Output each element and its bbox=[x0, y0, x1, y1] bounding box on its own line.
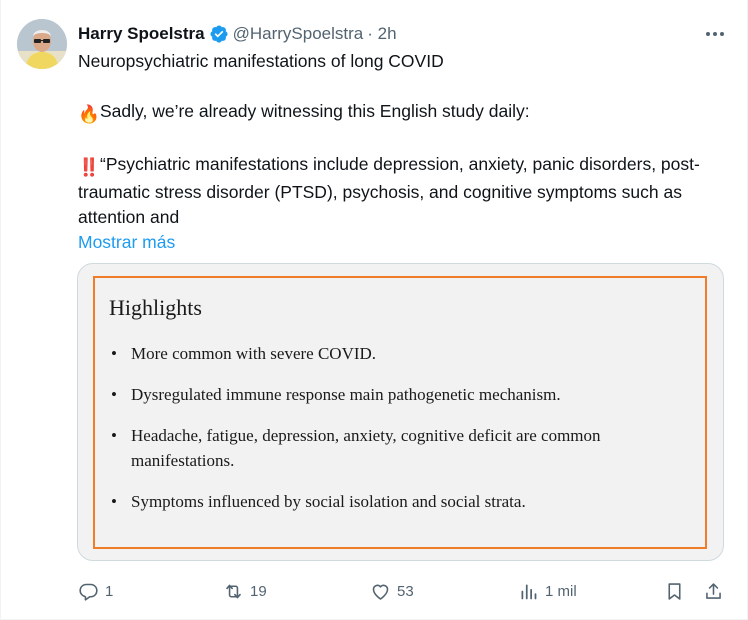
highlight-item: • Headache, fatigue, depression, anxiety,… bbox=[111, 426, 601, 470]
verified-badge-icon bbox=[209, 24, 229, 44]
repost-icon bbox=[226, 584, 241, 598]
tweet[interactable]: Harry Spoelstra @HarrySpoelstra · 2h Neu… bbox=[0, 0, 748, 620]
repost-count: 19 bbox=[250, 582, 267, 600]
avatar[interactable] bbox=[17, 19, 67, 69]
share-button[interactable] bbox=[703, 578, 724, 604]
double-exclamation-icon: ‼️ bbox=[78, 157, 100, 177]
highlight-item: • Symptoms influenced by social isolation… bbox=[111, 492, 526, 511]
like-count: 53 bbox=[397, 582, 414, 600]
reply-button[interactable]: 1 bbox=[78, 578, 113, 604]
author-name[interactable]: Harry Spoelstra bbox=[78, 24, 205, 44]
views-icon bbox=[521, 584, 537, 599]
tweet-text-line: ‼️“Psychiatric manifestations include de… bbox=[78, 154, 700, 227]
highlight-item: • More common with severe COVID. bbox=[111, 344, 377, 363]
highlights-list: • More common with severe COVID. • Dysregu… bbox=[109, 341, 669, 530]
highlights-box: Highlights • More common with severe COVI… bbox=[93, 276, 707, 549]
action-bar: 1 19 53 1 mil bbox=[78, 578, 728, 604]
show-more-link[interactable]: Mostrar más bbox=[78, 232, 175, 252]
fire-icon: 🔥 bbox=[78, 104, 100, 124]
heart-icon bbox=[372, 584, 389, 600]
avatar-photo bbox=[17, 19, 67, 69]
views-button[interactable]: 1 mil bbox=[518, 578, 577, 604]
more-options-button[interactable] bbox=[701, 22, 729, 46]
more-icon bbox=[706, 32, 724, 36]
highlights-title: Highlights bbox=[109, 295, 202, 320]
views-count: 1 mil bbox=[545, 582, 577, 600]
highlight-item: • Dysregulated immune response main patho… bbox=[111, 385, 561, 404]
share-icon bbox=[706, 582, 721, 599]
media-card[interactable]: Highlights • More common with severe COVI… bbox=[77, 263, 724, 561]
bookmark-icon bbox=[668, 582, 681, 600]
reply-count: 1 bbox=[105, 582, 114, 600]
tweet-header: Harry Spoelstra @HarrySpoelstra · 2h bbox=[78, 22, 397, 46]
tweet-text-line: Neuropsychiatric manifestations of long … bbox=[78, 51, 444, 71]
tweet-time[interactable]: · 2h bbox=[367, 24, 396, 44]
tweet-text-line: 🔥Sadly, we’re already witnessing this En… bbox=[78, 99, 718, 127]
like-button[interactable]: 53 bbox=[370, 578, 414, 604]
tweet-text: Neuropsychiatric manifestations of long … bbox=[78, 49, 718, 255]
repost-button[interactable]: 19 bbox=[223, 578, 267, 604]
bookmark-button[interactable] bbox=[664, 578, 685, 604]
author-handle[interactable]: @HarrySpoelstra bbox=[233, 24, 364, 44]
reply-icon bbox=[79, 583, 98, 601]
